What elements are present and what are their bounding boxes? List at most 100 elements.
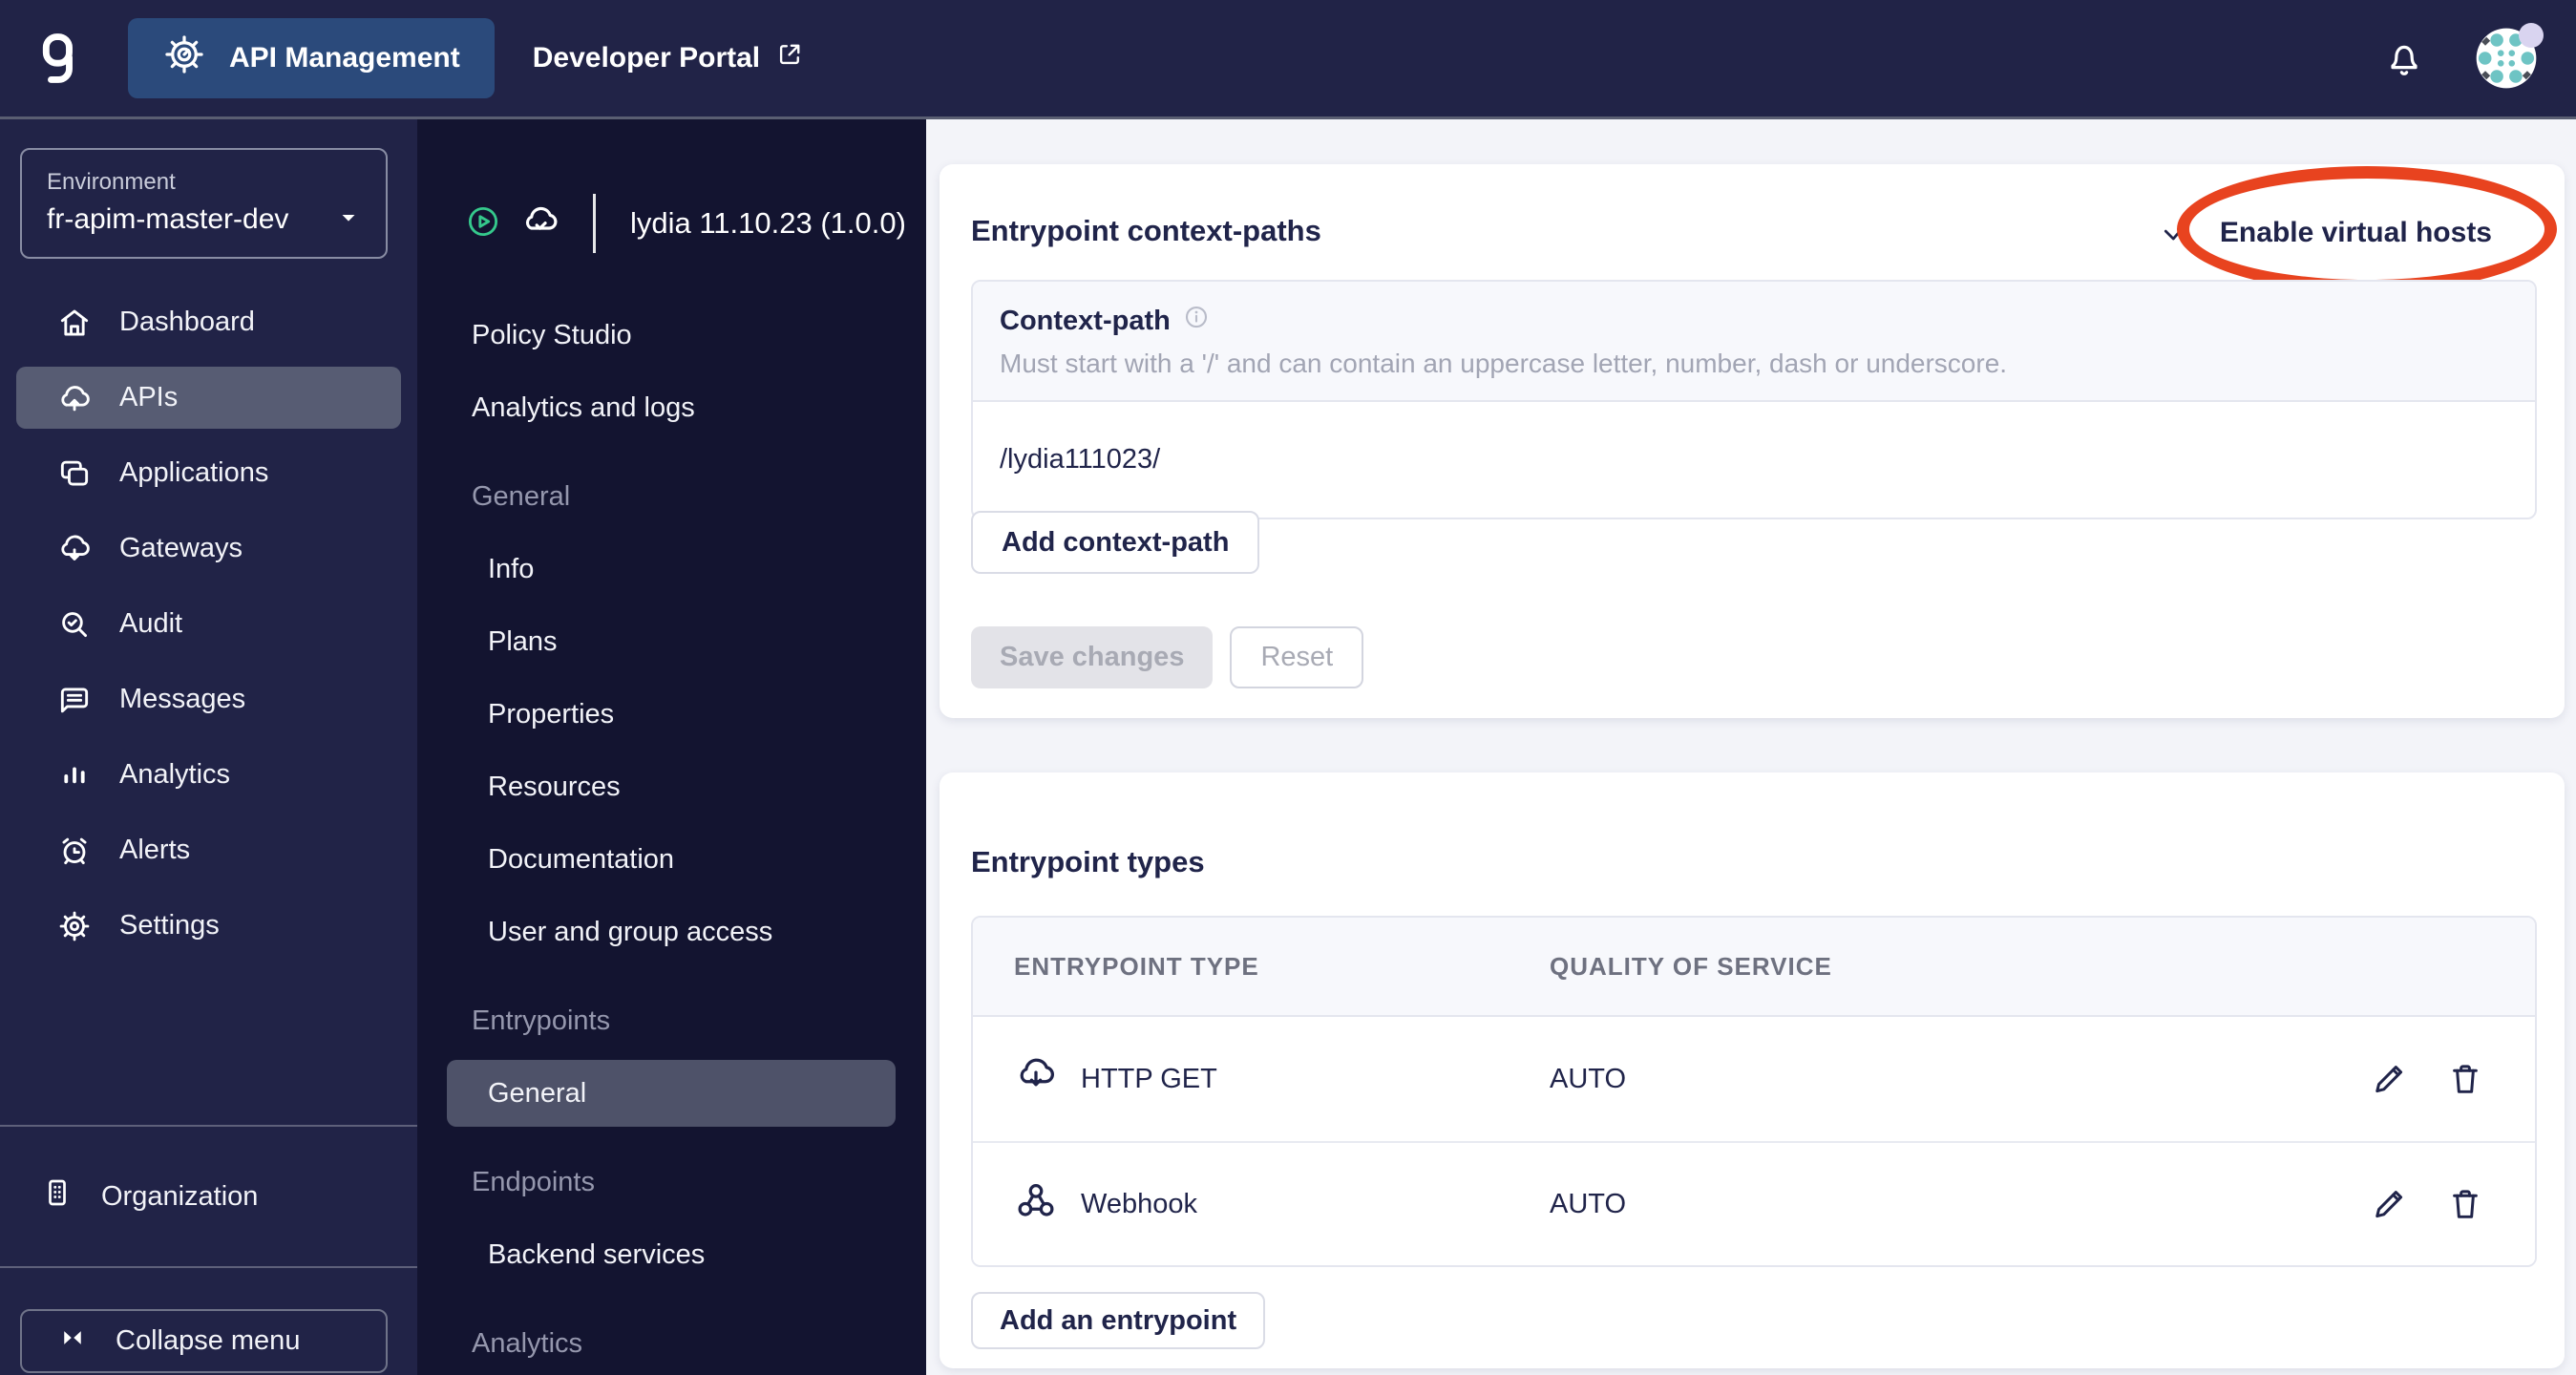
developer-portal-label: Developer Portal xyxy=(532,42,761,74)
chevron-down-icon xyxy=(336,205,361,235)
table-row: Webhook AUTO xyxy=(973,1141,2535,1265)
external-link-icon xyxy=(775,40,804,76)
sidebar-item-analytics[interactable]: Analytics xyxy=(16,744,401,806)
avatar-status-badge xyxy=(2519,23,2544,48)
api-menu-documentation[interactable]: Documentation xyxy=(417,823,926,896)
user-avatar[interactable] xyxy=(2475,23,2544,90)
main-content: Entrypoint context-paths Enable virtual … xyxy=(926,119,2576,1375)
column-header-quality-of-service: QUALITY OF SERVICE xyxy=(1550,951,1832,981)
api-menu-policy-studio[interactable]: Policy Studio xyxy=(417,299,926,371)
entrypoint-types-table: ENTRYPOINT TYPE QUALITY OF SERVICE HTTP … xyxy=(971,916,2537,1267)
environment-value: fr-apim-master-dev xyxy=(47,203,289,235)
api-menu-backend-services[interactable]: Backend services xyxy=(417,1218,926,1291)
gear-icon xyxy=(56,908,93,944)
header-separator xyxy=(593,194,596,253)
http-get-cloud-icon xyxy=(1014,1053,1058,1105)
sidebar-item-settings[interactable]: Settings xyxy=(16,895,401,957)
api-management-label: API Management xyxy=(229,42,460,74)
sidebar-item-organization[interactable]: Organization xyxy=(0,1127,417,1266)
card-title: Entrypoint types xyxy=(971,845,1205,878)
api-menu-plans[interactable]: Plans xyxy=(417,605,926,678)
chat-bubble-icon xyxy=(56,682,93,718)
applications-icon xyxy=(56,455,93,492)
enable-virtual-hosts-label: Enable virtual hosts xyxy=(2219,217,2492,248)
developer-portal-link[interactable]: Developer Portal xyxy=(533,40,804,76)
api-menu-info[interactable]: Info xyxy=(417,533,926,605)
topbar-right xyxy=(2381,23,2576,90)
collapse-arrows-icon xyxy=(58,1323,87,1360)
sidebar-item-gateways[interactable]: Gateways xyxy=(16,518,401,580)
sidebar-item-label: APIs xyxy=(119,382,179,412)
deploy-status-play-icon xyxy=(465,203,501,244)
webhook-icon xyxy=(1014,1178,1058,1230)
bar-chart-icon xyxy=(56,757,93,793)
info-icon[interactable] xyxy=(1182,303,1211,339)
column-header-entrypoint-type: ENTRYPOINT TYPE xyxy=(1014,951,1259,981)
sidebar-item-audit[interactable]: Audit xyxy=(16,593,401,655)
organization-label: Organization xyxy=(101,1180,259,1212)
gear-gauge-icon xyxy=(162,32,206,84)
cloud-check-icon xyxy=(520,201,560,246)
entrypoint-type-label: HTTP GET xyxy=(1081,1063,1217,1094)
sidebar-item-alerts[interactable]: Alerts xyxy=(16,819,401,881)
section-label-general: General xyxy=(472,480,571,512)
sidebar-item-applications[interactable]: Applications xyxy=(16,442,401,504)
body-row: Environment fr-apim-master-dev Dashboard xyxy=(0,119,2576,1375)
api-sidebar: lydia 11.10.23 (1.0.0) Policy Studio Ana… xyxy=(417,119,926,1375)
edit-entrypoint-button[interactable] xyxy=(2369,1059,2409,1099)
context-path-hint: Must start with a '/' and can contain an… xyxy=(1000,349,2008,378)
qos-value: AUTO xyxy=(1550,1063,1627,1094)
sidebar-item-messages[interactable]: Messages xyxy=(16,668,401,730)
add-entrypoint-button[interactable]: Add an entrypoint xyxy=(971,1292,1266,1349)
home-icon xyxy=(56,305,93,341)
app-root: API Management Developer Portal Environm… xyxy=(0,0,2576,1375)
magnifier-check-icon xyxy=(56,606,93,643)
cloud-up-icon xyxy=(56,380,93,416)
delete-entrypoint-button[interactable] xyxy=(2445,1184,2485,1224)
sidebar-item-apis[interactable]: APIs xyxy=(16,367,401,429)
context-path-label: Context-path xyxy=(1000,305,1171,336)
sidebar-item-label: Messages xyxy=(119,684,246,714)
sidebar-item-dashboard[interactable]: Dashboard xyxy=(16,291,401,353)
api-menu-properties[interactable]: Properties xyxy=(417,678,926,751)
collapse-menu-button[interactable]: Collapse menu xyxy=(20,1309,388,1373)
context-path-input[interactable]: /lydia111023/ xyxy=(973,402,2535,518)
environment-label: Environment xyxy=(47,169,176,195)
api-menu-user-group-access[interactable]: User and group access xyxy=(417,896,926,968)
notifications-bell-icon[interactable] xyxy=(2381,35,2427,81)
card-title: Entrypoint context-paths xyxy=(971,214,1321,247)
gravitee-logo-icon[interactable] xyxy=(42,27,78,90)
delete-entrypoint-button[interactable] xyxy=(2445,1059,2485,1099)
checkmark-icon xyxy=(2161,212,2195,254)
table-header-row: ENTRYPOINT TYPE QUALITY OF SERVICE xyxy=(973,918,2535,1017)
enable-virtual-hosts-checkbox[interactable]: Enable virtual hosts xyxy=(2161,212,2492,254)
collapse-menu-label: Collapse menu xyxy=(116,1325,301,1356)
top-bar: API Management Developer Portal xyxy=(0,0,2576,119)
section-label-analytics: Analytics xyxy=(472,1327,583,1359)
api-menu-resources[interactable]: Resources xyxy=(417,751,926,823)
api-menu: Policy Studio Analytics and logs General… xyxy=(417,299,926,1375)
api-management-button[interactable]: API Management xyxy=(128,18,495,98)
organization-icon xyxy=(40,1175,74,1217)
add-context-path-button[interactable]: Add context-path xyxy=(971,511,1260,574)
sidebar-item-label: Applications xyxy=(119,457,269,488)
api-header: lydia 11.10.23 (1.0.0) xyxy=(417,119,926,253)
api-menu-entrypoints-general[interactable]: General xyxy=(447,1060,896,1127)
cloud-down-icon xyxy=(56,531,93,567)
api-menu-analytics-logs[interactable]: Analytics and logs xyxy=(417,371,926,444)
environment-selector[interactable]: Environment fr-apim-master-dev xyxy=(20,148,388,259)
entrypoint-types-card: Entrypoint types ENTRYPOINT TYPE QUALITY… xyxy=(940,772,2565,1368)
qos-value: AUTO xyxy=(1550,1188,1627,1219)
reset-button[interactable]: Reset xyxy=(1230,626,1364,688)
sidebar-item-label: Alerts xyxy=(119,835,191,865)
left-sidebar: Environment fr-apim-master-dev Dashboard xyxy=(0,119,417,1375)
sidebar-item-label: Dashboard xyxy=(119,307,255,337)
save-changes-button[interactable]: Save changes xyxy=(971,626,1214,688)
context-paths-card: Entrypoint context-paths Enable virtual … xyxy=(940,164,2565,718)
edit-entrypoint-button[interactable] xyxy=(2369,1184,2409,1224)
section-label-endpoints: Endpoints xyxy=(472,1166,595,1197)
sidebar-item-label: Analytics xyxy=(119,759,231,790)
form-actions: Save changes Reset xyxy=(971,626,1364,688)
entrypoint-type-label: Webhook xyxy=(1081,1188,1197,1219)
table-row: HTTP GET AUTO xyxy=(973,1017,2535,1141)
